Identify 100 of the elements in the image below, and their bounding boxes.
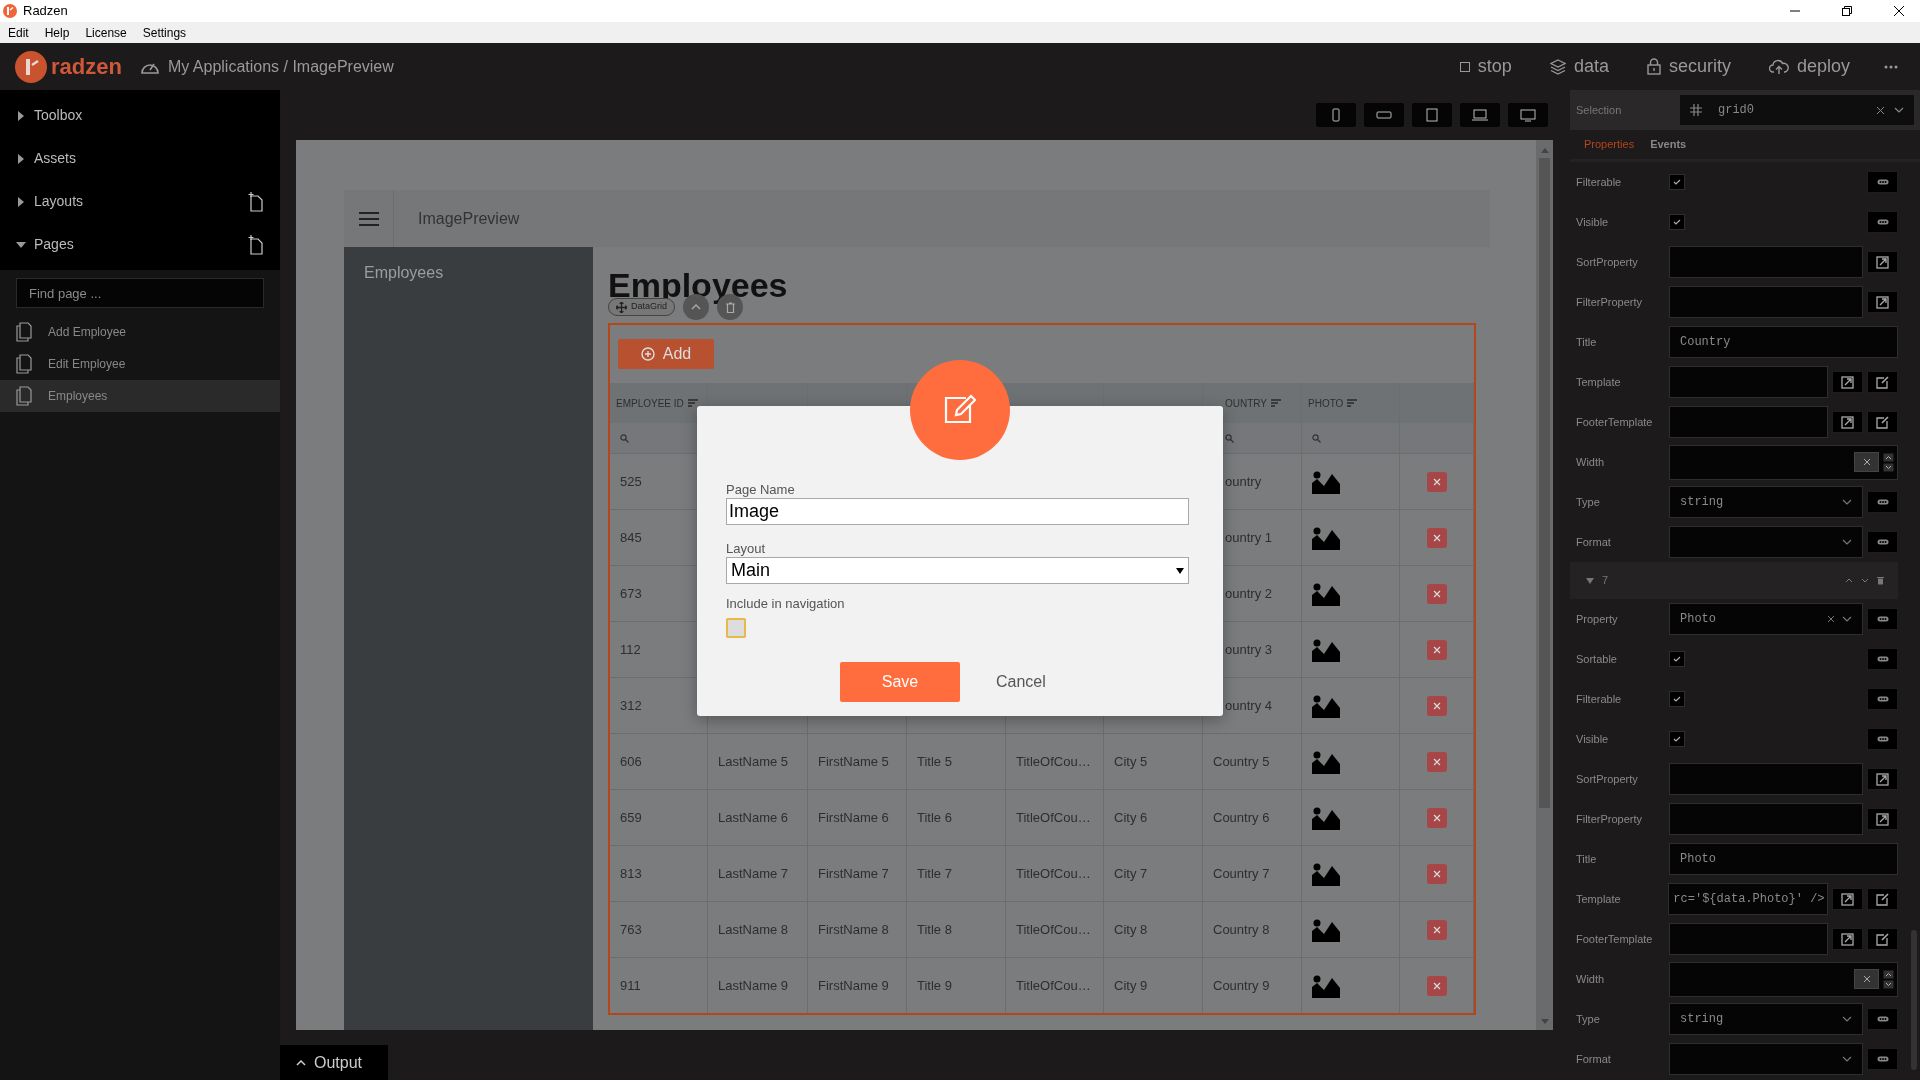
nav-item[interactable]: Employees xyxy=(364,261,573,295)
delete-row-button[interactable] xyxy=(1426,919,1447,940)
delete-row-button[interactable] xyxy=(1426,695,1447,716)
more-icon[interactable] xyxy=(1884,64,1898,69)
bind-button[interactable] xyxy=(1867,211,1898,233)
page-item[interactable]: Add Employee xyxy=(0,316,280,348)
number-input[interactable] xyxy=(1669,444,1898,480)
scrollbar-thumb[interactable] xyxy=(1911,930,1917,1070)
property-dropdown[interactable]: string xyxy=(1669,486,1863,518)
property-input[interactable]: Country xyxy=(1669,326,1898,358)
search-icon[interactable] xyxy=(620,433,629,443)
device-laptop-button[interactable] xyxy=(1460,103,1500,127)
property-checkbox[interactable] xyxy=(1669,174,1685,190)
spinner-icon[interactable] xyxy=(1883,452,1894,472)
delete-row-button[interactable] xyxy=(1426,975,1447,996)
add-button[interactable]: Add xyxy=(618,339,714,369)
bind-button[interactable] xyxy=(1867,491,1898,513)
property-input[interactable] xyxy=(1669,246,1863,278)
bind-button[interactable] xyxy=(1867,608,1898,630)
header-data-button[interactable]: data xyxy=(1549,53,1609,80)
header-security-button[interactable]: security xyxy=(1646,53,1731,80)
expression-editor-button[interactable] xyxy=(1832,888,1864,910)
template-editor-button[interactable] xyxy=(1867,371,1898,393)
search-icon[interactable] xyxy=(1225,433,1234,443)
device-phone-button[interactable] xyxy=(1316,103,1356,127)
trash-icon[interactable] xyxy=(1877,576,1884,585)
cancel-button[interactable]: Cancel xyxy=(990,669,1052,695)
page-item[interactable]: Edit Employee xyxy=(0,348,280,380)
menu-item[interactable]: Help xyxy=(40,23,74,42)
chevron-down-icon[interactable] xyxy=(1894,107,1904,113)
component-chip[interactable]: DataGrid xyxy=(608,298,675,316)
property-dropdown[interactable]: Photo xyxy=(1669,603,1863,635)
device-tablet-button[interactable] xyxy=(1412,103,1452,127)
expression-editor-button[interactable] xyxy=(1867,768,1898,790)
template-editor-button[interactable] xyxy=(1867,888,1898,910)
property-input[interactable] xyxy=(1669,366,1828,398)
chevron-up-icon[interactable] xyxy=(1845,578,1853,583)
number-input[interactable] xyxy=(1669,961,1898,997)
sort-icon[interactable] xyxy=(1271,399,1282,407)
close-icon[interactable] xyxy=(1894,6,1904,16)
output-tab[interactable]: Output xyxy=(280,1045,388,1080)
bind-button[interactable] xyxy=(1867,648,1898,670)
property-input[interactable] xyxy=(1669,923,1828,955)
section-title[interactable]: Assets xyxy=(34,148,264,169)
caret-right-icon[interactable] xyxy=(16,196,26,207)
caret-right-icon[interactable] xyxy=(16,153,26,164)
menu-icon[interactable] xyxy=(359,211,379,226)
delete-row-button[interactable] xyxy=(1426,583,1447,604)
delete-row-button[interactable] xyxy=(1426,863,1447,884)
expression-editor-button[interactable] xyxy=(1832,928,1863,950)
property-input[interactable] xyxy=(1669,763,1863,795)
delete-row-button[interactable] xyxy=(1426,527,1447,548)
bind-button[interactable] xyxy=(1867,1048,1898,1070)
panel-tab[interactable]: Properties xyxy=(1584,136,1635,153)
clear-button[interactable] xyxy=(1854,969,1879,989)
menu-item[interactable]: Edit xyxy=(4,23,33,42)
caret-down-icon[interactable] xyxy=(16,239,26,250)
clear-icon[interactable] xyxy=(1877,106,1884,114)
delete-row-button[interactable] xyxy=(1426,751,1447,772)
breadcrumb[interactable]: My Applications / ImagePreview xyxy=(167,54,394,79)
selection-field[interactable]: grid0 xyxy=(1680,95,1914,125)
device-phone-landscape-button[interactable] xyxy=(1364,103,1404,127)
restore-icon[interactable] xyxy=(1842,6,1852,16)
property-checkbox[interactable] xyxy=(1669,651,1685,667)
property-dropdown[interactable]: string xyxy=(1669,1003,1863,1035)
template-editor-button[interactable] xyxy=(1867,411,1898,433)
menu-item[interactable]: License xyxy=(81,23,131,42)
delete-row-button[interactable] xyxy=(1426,807,1447,828)
section-title[interactable]: Pages xyxy=(34,234,248,255)
expression-editor-button[interactable] xyxy=(1867,251,1898,273)
chevron-down-icon[interactable] xyxy=(1861,578,1869,583)
property-checkbox[interactable] xyxy=(1669,731,1685,747)
clear-icon[interactable] xyxy=(1828,616,1834,622)
sort-icon[interactable] xyxy=(1347,399,1358,407)
template-editor-button[interactable] xyxy=(1867,928,1898,950)
search-field[interactable]: Find page ... xyxy=(16,278,264,308)
bind-button[interactable] xyxy=(1867,171,1898,193)
expression-editor-button[interactable] xyxy=(1832,371,1863,393)
layout-select[interactable]: Main xyxy=(726,557,1189,584)
chevron-down-icon[interactable] xyxy=(1842,1016,1852,1022)
device-monitor-button[interactable] xyxy=(1508,103,1548,127)
property-input[interactable]: Photo xyxy=(1669,843,1898,875)
caret-right-icon[interactable] xyxy=(16,110,26,121)
expression-editor-button[interactable] xyxy=(1867,291,1898,313)
delete-row-button[interactable] xyxy=(1426,471,1447,492)
section-title[interactable]: Layouts xyxy=(34,191,248,212)
search-icon[interactable] xyxy=(1312,433,1321,443)
page-name-input[interactable]: Image xyxy=(726,498,1189,525)
property-checkbox[interactable] xyxy=(1669,214,1685,230)
sort-icon[interactable] xyxy=(687,399,698,407)
chevron-down-icon[interactable] xyxy=(1842,616,1852,622)
navigation-checkbox[interactable] xyxy=(726,618,746,638)
chevron-down-icon[interactable] xyxy=(1842,1056,1852,1062)
section-title[interactable]: Toolbox xyxy=(34,105,264,126)
property-input[interactable] xyxy=(1669,803,1863,835)
panel-tab[interactable]: Events xyxy=(1650,136,1687,153)
bind-button[interactable] xyxy=(1867,688,1898,710)
spinner-icon[interactable] xyxy=(1883,969,1894,989)
bind-button[interactable] xyxy=(1867,531,1898,553)
menu-item[interactable]: Settings xyxy=(138,23,191,42)
